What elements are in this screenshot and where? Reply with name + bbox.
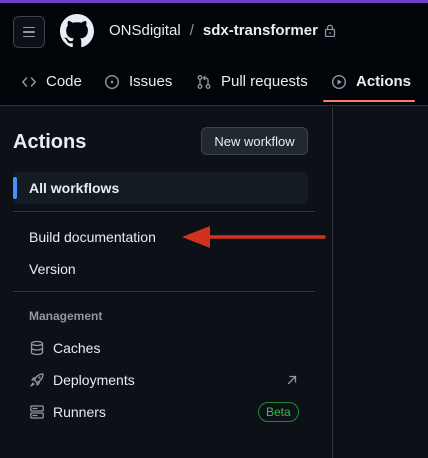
workflow-item-build-documentation[interactable]: Build documentation: [29, 229, 156, 245]
menu-icon-line: [23, 35, 35, 38]
repo-owner-link[interactable]: ONSdigital: [109, 22, 181, 39]
repo-breadcrumb: ONSdigital / sdx-transformer: [109, 22, 336, 39]
menu-icon-line: [23, 26, 35, 29]
rocket-icon: [30, 373, 44, 387]
github-logo-icon[interactable]: [60, 14, 94, 48]
server-icon: [30, 405, 44, 419]
code-icon: [22, 76, 36, 87]
sidebar-item-runners[interactable]: Runners: [29, 402, 106, 422]
tab-actions-label: Actions: [356, 73, 412, 90]
tab-code[interactable]: Code: [21, 60, 82, 103]
sidebar-title: Actions: [13, 131, 87, 153]
menu-button[interactable]: [13, 16, 45, 48]
beta-badge: Beta: [258, 402, 299, 422]
new-workflow-button[interactable]: New workflow: [201, 127, 308, 155]
deployments-label: Deployments: [53, 372, 135, 388]
management-heading: Management: [29, 309, 103, 323]
database-icon: [30, 340, 44, 356]
sidebar-item-caches[interactable]: Caches: [29, 338, 100, 358]
sidebar-item-deployments[interactable]: Deployments: [29, 370, 135, 390]
tab-issues[interactable]: Issues: [104, 60, 172, 103]
tab-issues-label: Issues: [129, 73, 173, 90]
menu-icon-line: [23, 31, 35, 33]
tab-pull-requests-label: Pull requests: [221, 73, 308, 90]
pull-request-icon: [197, 74, 211, 89]
workflow-item-version[interactable]: Version: [29, 261, 76, 277]
active-tab-indicator: [323, 100, 415, 102]
repo-name-link[interactable]: sdx-transformer: [203, 22, 318, 39]
arrow-up-right-icon: [287, 375, 297, 385]
all-workflows-label: All workflows: [29, 180, 120, 196]
play-icon: [331, 74, 347, 89]
caches-label: Caches: [53, 340, 101, 356]
tab-actions[interactable]: Actions: [331, 60, 411, 103]
sidebar-item-all-workflows[interactable]: All workflows: [13, 172, 308, 204]
divider: [13, 211, 315, 212]
divider: [13, 291, 315, 292]
runners-label: Runners: [53, 404, 106, 420]
tab-pull-requests[interactable]: Pull requests: [196, 60, 308, 103]
repo-tabs: Code Issues Pull requests Actions: [0, 60, 428, 103]
tab-code-label: Code: [46, 73, 82, 90]
selected-indicator: [13, 177, 17, 199]
lock-icon: [324, 24, 336, 37]
sidebar-divider: [332, 107, 333, 458]
annotation-arrow-icon: [182, 226, 326, 248]
issue-icon: [104, 74, 120, 89]
breadcrumb-separator: /: [189, 22, 194, 39]
